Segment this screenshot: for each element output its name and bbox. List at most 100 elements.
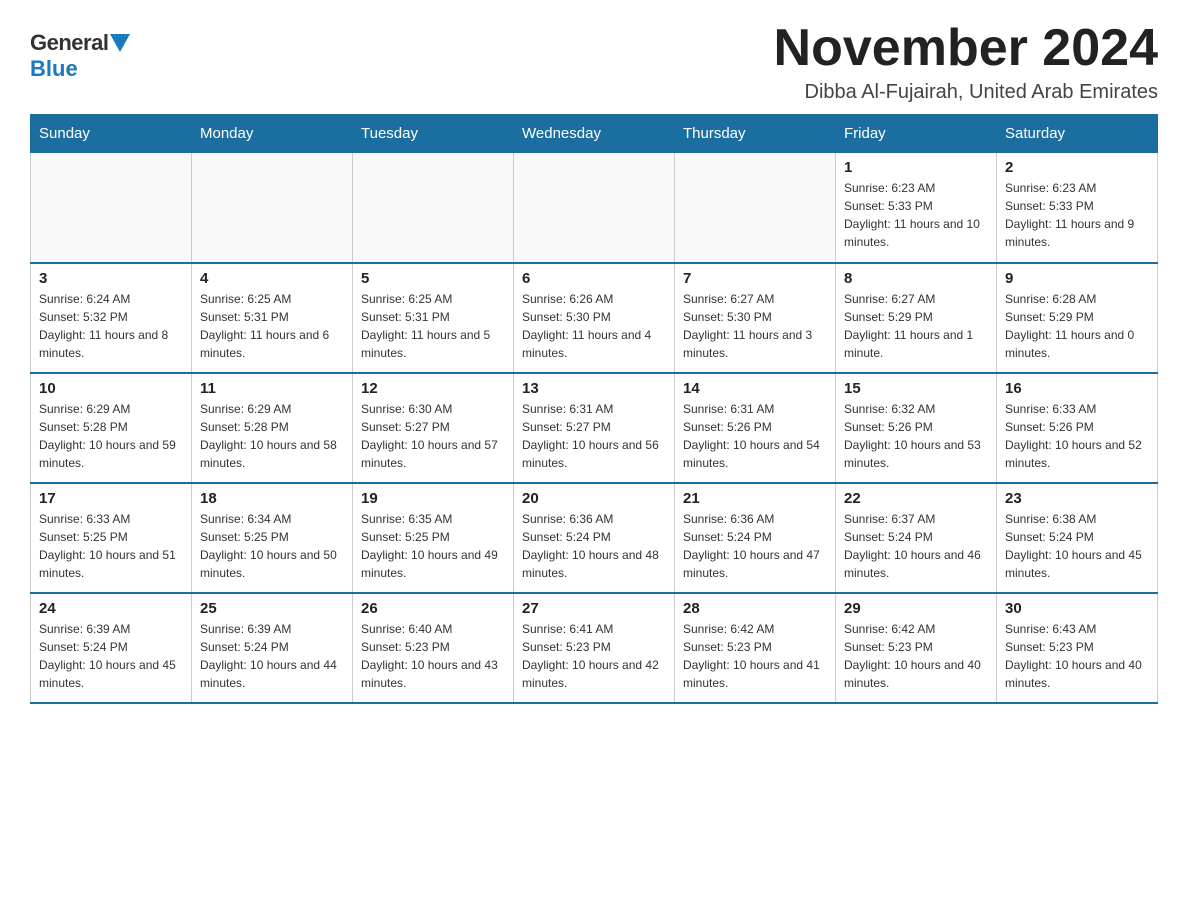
day-number: 30 [1005,600,1149,617]
day-number: 22 [844,490,988,507]
day-number: 19 [361,490,505,507]
day-number: 15 [844,380,988,397]
calendar-cell: 18Sunrise: 6:34 AMSunset: 5:25 PMDayligh… [192,483,353,593]
day-number: 24 [39,600,183,617]
calendar-cell: 14 Sunrise: 6:31 AMSunset: 5:26 PMDayligh… [675,373,836,483]
day-info: Sunrise: 6:28 AMSunset: 5:29 PMDaylight:… [1005,290,1149,362]
day-info: Sunrise: 6:41 AMSunset: 5:23 PMDaylight:… [522,620,666,692]
calendar-week-row: 17 Sunrise: 6:33 AMSunset: 5:25 PMDayligh… [31,483,1158,593]
day-info: Sunrise: 6:34 AMSunset: 5:25 PMDaylight:… [200,510,344,582]
weekday-header-row: SundayMondayTuesdayWednesdayThursdayFrid… [31,115,1158,153]
logo: General Blue [30,30,130,82]
calendar-cell: 20Sunrise: 6:36 AMSunset: 5:24 PMDayligh… [514,483,675,593]
calendar-cell: 6 Sunrise: 6:26 AMSunset: 5:30 PMDaylight… [514,263,675,373]
day-number: 13 [522,380,666,397]
day-info: Sunrise: 6:42 AMSunset: 5:23 PMDaylight:… [844,620,988,692]
day-number: 17 [39,490,183,507]
weekday-header-monday: Monday [192,115,353,153]
calendar-header: SundayMondayTuesdayWednesdayThursdayFrid… [31,115,1158,153]
day-info: Sunrise: 6:33 AMSunset: 5:25 PMDaylight:… [39,510,183,582]
calendar-cell: 11 Sunrise: 6:29 AMSunset: 5:28 PMDayligh… [192,373,353,483]
day-number: 7 [683,270,827,287]
calendar-cell: 9 Sunrise: 6:28 AMSunset: 5:29 PMDaylight… [997,263,1158,373]
day-info: Sunrise: 6:37 AMSunset: 5:24 PMDaylight:… [844,510,988,582]
day-number: 5 [361,270,505,287]
page-header: General Blue November 2024 Dibba Al-Fuja… [30,20,1158,104]
calendar-cell: 23Sunrise: 6:38 AMSunset: 5:24 PMDayligh… [997,483,1158,593]
day-info: Sunrise: 6:24 AMSunset: 5:32 PMDaylight:… [39,290,183,362]
day-info: Sunrise: 6:29 AMSunset: 5:28 PMDaylight:… [39,400,183,472]
calendar-cell [675,153,836,263]
day-number: 4 [200,270,344,287]
day-info: Sunrise: 6:23 AMSunset: 5:33 PMDaylight:… [1005,179,1149,251]
day-info: Sunrise: 6:40 AMSunset: 5:23 PMDaylight:… [361,620,505,692]
calendar-cell: 5 Sunrise: 6:25 AMSunset: 5:31 PMDaylight… [353,263,514,373]
calendar-cell: 26Sunrise: 6:40 AMSunset: 5:23 PMDayligh… [353,593,514,703]
day-number: 21 [683,490,827,507]
month-year-title: November 2024 [774,20,1158,77]
weekday-header-thursday: Thursday [675,115,836,153]
day-info: Sunrise: 6:27 AMSunset: 5:29 PMDaylight:… [844,290,988,362]
title-section: November 2024 Dibba Al-Fujairah, United … [774,20,1158,104]
day-info: Sunrise: 6:32 AMSunset: 5:26 PMDaylight:… [844,400,988,472]
calendar-week-row: 3 Sunrise: 6:24 AMSunset: 5:32 PMDaylight… [31,263,1158,373]
day-number: 12 [361,380,505,397]
day-info: Sunrise: 6:43 AMSunset: 5:23 PMDaylight:… [1005,620,1149,692]
day-number: 28 [683,600,827,617]
day-info: Sunrise: 6:25 AMSunset: 5:31 PMDaylight:… [200,290,344,362]
calendar-week-row: 1 Sunrise: 6:23 AMSunset: 5:33 PMDaylight… [31,153,1158,263]
day-number: 3 [39,270,183,287]
weekday-header-sunday: Sunday [31,115,192,153]
day-info: Sunrise: 6:36 AMSunset: 5:24 PMDaylight:… [522,510,666,582]
calendar-body: 1 Sunrise: 6:23 AMSunset: 5:33 PMDaylight… [31,153,1158,703]
calendar-cell: 16 Sunrise: 6:33 AMSunset: 5:26 PMDayligh… [997,373,1158,483]
day-number: 14 [683,380,827,397]
calendar-cell: 2 Sunrise: 6:23 AMSunset: 5:33 PMDaylight… [997,153,1158,263]
day-info: Sunrise: 6:31 AMSunset: 5:27 PMDaylight:… [522,400,666,472]
calendar-cell: 24 Sunrise: 6:39 AMSunset: 5:24 PMDayligh… [31,593,192,703]
day-info: Sunrise: 6:39 AMSunset: 5:24 PMDaylight:… [39,620,183,692]
day-info: Sunrise: 6:31 AMSunset: 5:26 PMDaylight:… [683,400,827,472]
day-number: 1 [844,159,988,176]
day-number: 8 [844,270,988,287]
calendar-week-row: 10Sunrise: 6:29 AMSunset: 5:28 PMDayligh… [31,373,1158,483]
calendar-week-row: 24 Sunrise: 6:39 AMSunset: 5:24 PMDayligh… [31,593,1158,703]
calendar-cell: 12 Sunrise: 6:30 AMSunset: 5:27 PMDayligh… [353,373,514,483]
day-number: 27 [522,600,666,617]
day-info: Sunrise: 6:33 AMSunset: 5:26 PMDaylight:… [1005,400,1149,472]
day-info: Sunrise: 6:29 AMSunset: 5:28 PMDaylight:… [200,400,344,472]
day-info: Sunrise: 6:39 AMSunset: 5:24 PMDaylight:… [200,620,344,692]
day-number: 9 [1005,270,1149,287]
calendar-cell: 27 Sunrise: 6:41 AMSunset: 5:23 PMDayligh… [514,593,675,703]
day-info: Sunrise: 6:42 AMSunset: 5:23 PMDaylight:… [683,620,827,692]
calendar-cell: 13 Sunrise: 6:31 AMSunset: 5:27 PMDayligh… [514,373,675,483]
calendar-cell: 21Sunrise: 6:36 AMSunset: 5:24 PMDayligh… [675,483,836,593]
day-info: Sunrise: 6:25 AMSunset: 5:31 PMDaylight:… [361,290,505,362]
calendar-cell: 28 Sunrise: 6:42 AMSunset: 5:23 PMDayligh… [675,593,836,703]
logo-general-text: General [30,30,108,56]
calendar-cell: 10Sunrise: 6:29 AMSunset: 5:28 PMDayligh… [31,373,192,483]
day-info: Sunrise: 6:30 AMSunset: 5:27 PMDaylight:… [361,400,505,472]
calendar-cell: 7 Sunrise: 6:27 AMSunset: 5:30 PMDaylight… [675,263,836,373]
calendar-cell: 19 Sunrise: 6:35 AMSunset: 5:25 PMDayligh… [353,483,514,593]
calendar-cell: 4 Sunrise: 6:25 AMSunset: 5:31 PMDaylight… [192,263,353,373]
calendar-cell [192,153,353,263]
weekday-header-tuesday: Tuesday [353,115,514,153]
calendar-cell [514,153,675,263]
day-info: Sunrise: 6:27 AMSunset: 5:30 PMDaylight:… [683,290,827,362]
calendar-cell: 25Sunrise: 6:39 AMSunset: 5:24 PMDayligh… [192,593,353,703]
day-number: 2 [1005,159,1149,176]
logo-triangle-icon [110,34,130,54]
calendar-cell: 15 Sunrise: 6:32 AMSunset: 5:26 PMDayligh… [836,373,997,483]
day-info: Sunrise: 6:26 AMSunset: 5:30 PMDaylight:… [522,290,666,362]
calendar-cell: 30 Sunrise: 6:43 AMSunset: 5:23 PMDayligh… [997,593,1158,703]
calendar-cell: 3 Sunrise: 6:24 AMSunset: 5:32 PMDaylight… [31,263,192,373]
weekday-header-wednesday: Wednesday [514,115,675,153]
day-number: 11 [200,380,344,397]
day-number: 23 [1005,490,1149,507]
day-info: Sunrise: 6:23 AMSunset: 5:33 PMDaylight:… [844,179,988,251]
day-number: 16 [1005,380,1149,397]
day-info: Sunrise: 6:35 AMSunset: 5:25 PMDaylight:… [361,510,505,582]
day-number: 6 [522,270,666,287]
day-number: 29 [844,600,988,617]
